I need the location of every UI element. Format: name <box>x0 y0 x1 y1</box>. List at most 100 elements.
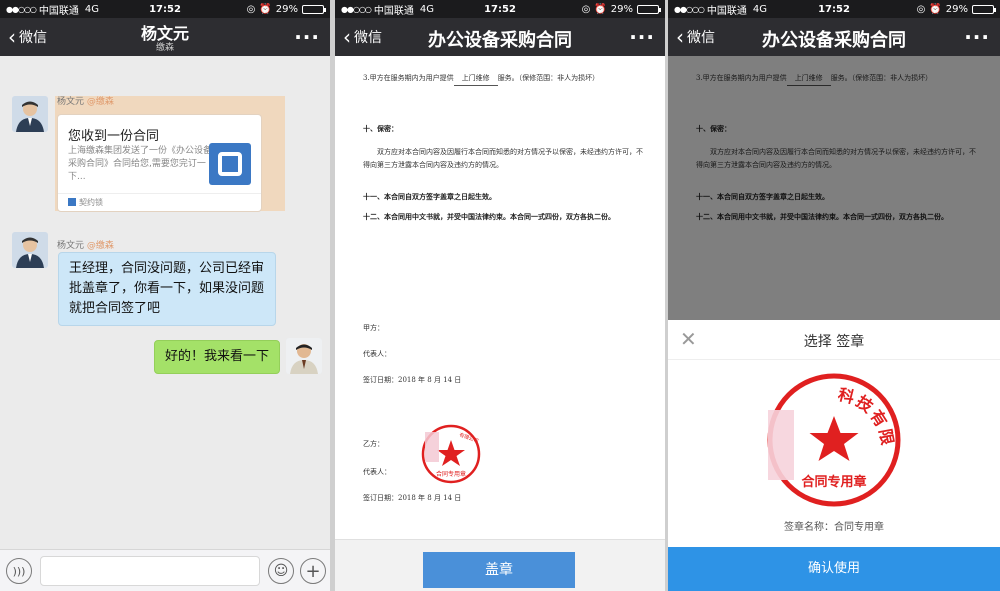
section-10-heading: 十、保密： <box>363 124 398 133</box>
contract-screen: ●●○○○ 中国联通 4G 17:52 ◎ ⏰ 29% ‹ 微信 办公设备采购合… <box>335 0 665 591</box>
person-icon <box>12 96 48 132</box>
back-label: 微信 <box>19 30 47 46</box>
alarm-icon: ⏰ <box>929 3 942 15</box>
sheet-title: 选择 签章 <box>803 334 865 350</box>
avatar[interactable] <box>12 96 48 132</box>
app-icon <box>68 198 76 206</box>
network-label: 4G <box>752 3 768 15</box>
section-11: 十一、本合同自双方签字盖章之日起生效。 <box>363 192 496 201</box>
person-icon <box>286 338 322 374</box>
sender-name: 杨文元 <box>57 241 85 251</box>
chat-area[interactable]: 杨文元 @缴森 您收到一份合同 上海缴森集团发送了一份《办公设备采购合同》合同给… <box>0 56 330 549</box>
lock-rotation-icon: ◎ <box>916 3 926 15</box>
party-a-representative: 代表人： <box>363 350 391 358</box>
status-bar: ●●○○○ 中国联通 4G 17:52 ◎ ⏰ 29% <box>668 0 1000 18</box>
party-b-date: 签订日期：2018 年 8 月 14 日 <box>363 494 462 502</box>
seal-name: 签章名称：合同专用章 <box>784 522 884 533</box>
bottom-bar: 盖章 <box>335 539 665 591</box>
more-button[interactable]: ··· <box>964 25 1000 49</box>
card-footer: 契约锁 <box>58 193 261 211</box>
clause-3-blank: 上门维修 <box>453 72 498 86</box>
network-label: 4G <box>84 3 100 15</box>
party-a-label: 甲方： <box>363 324 384 332</box>
confirm-button[interactable]: 确认使用 <box>668 547 1000 591</box>
incoming-message[interactable]: 王经理，合同没问题，公司已经审批盖章了，你看一下，如果没问题就把合同签了吧 <box>58 252 276 326</box>
outgoing-message[interactable]: 好的！我来看一下 <box>153 340 280 374</box>
network-label: 4G <box>419 3 435 15</box>
nav-bar: ‹ 微信 杨文元 缴森 ··· <box>0 18 330 56</box>
my-avatar[interactable] <box>286 338 322 374</box>
chevron-left-icon: ‹ <box>343 25 351 49</box>
battery-percent: 29% <box>610 3 633 15</box>
chat-subtitle: 缴森 <box>155 43 174 53</box>
contract-card-message: 杨文元 @缴森 您收到一份合同 上海缴森集团发送了一份《办公设备采购合同》合同给… <box>55 96 285 212</box>
signal-icon: ●●○○○ <box>674 4 705 14</box>
carrier-label: 中国联通 <box>373 5 414 17</box>
battery-percent: 29% <box>945 3 968 15</box>
back-label: 微信 <box>687 30 715 46</box>
section-12: 十二、本合同用中文书就，并受中国法律约束。本合同一式四份，双方各执二份。 <box>363 212 615 221</box>
chevron-left-icon: ‹ <box>676 25 684 49</box>
battery-icon <box>302 4 326 14</box>
more-button[interactable]: ··· <box>294 25 330 49</box>
battery-percent: 29% <box>275 3 298 15</box>
section-10-text: 双方应对本合同内容及因履行本合同而知悉的对方情况予以保密，未经违约方许可，不得向… <box>363 148 643 169</box>
seal-picker-screen: ●●○○○ 中国联通 4G 17:52 ◎ ⏰ 29% ‹ 微信 办公设备采购合… <box>668 0 1000 591</box>
chat-screen: ●●○○○ 中国联通 4G 17:52 ◎ ⏰ 29% ‹ 微信 杨文元 缴森 … <box>0 0 330 591</box>
back-button[interactable]: ‹ 微信 <box>335 27 382 47</box>
alarm-icon: ⏰ <box>594 3 607 15</box>
contract-card[interactable]: 您收到一份合同 上海缴森集团发送了一份《办公设备采购合同》合同给您,需要您完订一… <box>57 114 262 212</box>
input-bar: ))) ☺ + <box>0 549 330 591</box>
status-bar: ●●○○○ 中国联通 4G 17:52 ◎ ⏰ 29% <box>335 0 665 18</box>
emoji-button[interactable]: ☺ <box>268 558 294 584</box>
contract-seal-option[interactable]: 科技有限公司 合同专用章 <box>764 370 904 510</box>
sender-tag: @缴森 <box>86 97 114 107</box>
voice-icon: ))) <box>12 564 26 578</box>
clause-3: 3.甲方在服务期内为用户提供 上门维修 服务。（保修范围：非人为损坏） <box>363 72 645 86</box>
back-button[interactable]: ‹ 微信 <box>668 27 715 47</box>
clause-3-start: 3.甲方在服务期内为用户提供 <box>363 74 454 82</box>
avatar[interactable] <box>12 232 48 268</box>
plus-button[interactable]: + <box>300 558 326 584</box>
chevron-left-icon: ‹ <box>8 25 16 49</box>
voice-button[interactable]: ))) <box>6 558 32 584</box>
nav-bar: ‹ 微信 办公设备采购合同 ··· <box>668 18 1000 56</box>
back-label: 微信 <box>354 30 382 46</box>
emoji-icon: ☺ <box>273 563 289 579</box>
document-title: 办公设备采购合同 <box>428 30 572 51</box>
plus-icon: + <box>305 560 321 582</box>
alarm-icon: ⏰ <box>259 3 272 15</box>
clause-3-end: 服务。（保修范围：非人为损坏） <box>497 74 600 82</box>
message-input[interactable] <box>40 556 260 586</box>
status-bar: ●●○○○ 中国联通 4G 17:52 ◎ ⏰ 29% <box>0 0 330 18</box>
modal-overlay[interactable] <box>668 56 1000 320</box>
qiyuesuo-logo-icon <box>209 143 251 185</box>
sender-name: 杨文元 <box>57 97 85 107</box>
contract-document[interactable]: 3.甲方在服务期内为用户提供 上门维修 服务。（保修范围：非人为损坏） 十、保密： … <box>335 56 665 539</box>
signal-icon: ●●○○○ <box>341 4 372 14</box>
back-button[interactable]: ‹ 微信 <box>0 27 47 47</box>
person-icon <box>12 232 48 268</box>
card-description: 上海缴森集团发送了一份《办公设备采购合同》合同给您,需要您完订一下... <box>68 146 213 182</box>
party-a-date: 签订日期：2018 年 8 月 14 日 <box>363 376 462 384</box>
carrier-label: 中国联通 <box>706 5 747 17</box>
card-source: 契约锁 <box>79 198 103 207</box>
lock-rotation-icon: ◎ <box>581 3 591 15</box>
nav-bar: ‹ 微信 办公设备采购合同 ··· <box>335 18 665 56</box>
svg-text:合同专用章: 合同专用章 <box>436 470 466 478</box>
battery-icon <box>972 4 996 14</box>
seal-picker-sheet: ✕ 选择 签章 科技有限公司 合同专用章 签章名称：合同专用章 确认使用 <box>668 320 1000 591</box>
seal-bottom-text: 合同专用章 <box>801 474 866 490</box>
party-b-label: 乙方： <box>363 440 384 448</box>
document-title: 办公设备采购合同 <box>762 30 906 51</box>
party-b-representative: 代表人： <box>363 468 391 476</box>
stamp-button[interactable]: 盖章 <box>423 552 575 588</box>
lock-rotation-icon: ◎ <box>246 3 256 15</box>
sheet-header: ✕ 选择 签章 <box>668 320 1000 360</box>
signal-icon: ●●○○○ <box>6 4 37 14</box>
card-title: 您收到一份合同 <box>68 129 160 144</box>
more-button[interactable]: ··· <box>629 25 665 49</box>
sender-tag: @缴森 <box>86 241 114 251</box>
carrier-label: 中国联通 <box>38 5 79 17</box>
battery-icon <box>637 4 661 14</box>
